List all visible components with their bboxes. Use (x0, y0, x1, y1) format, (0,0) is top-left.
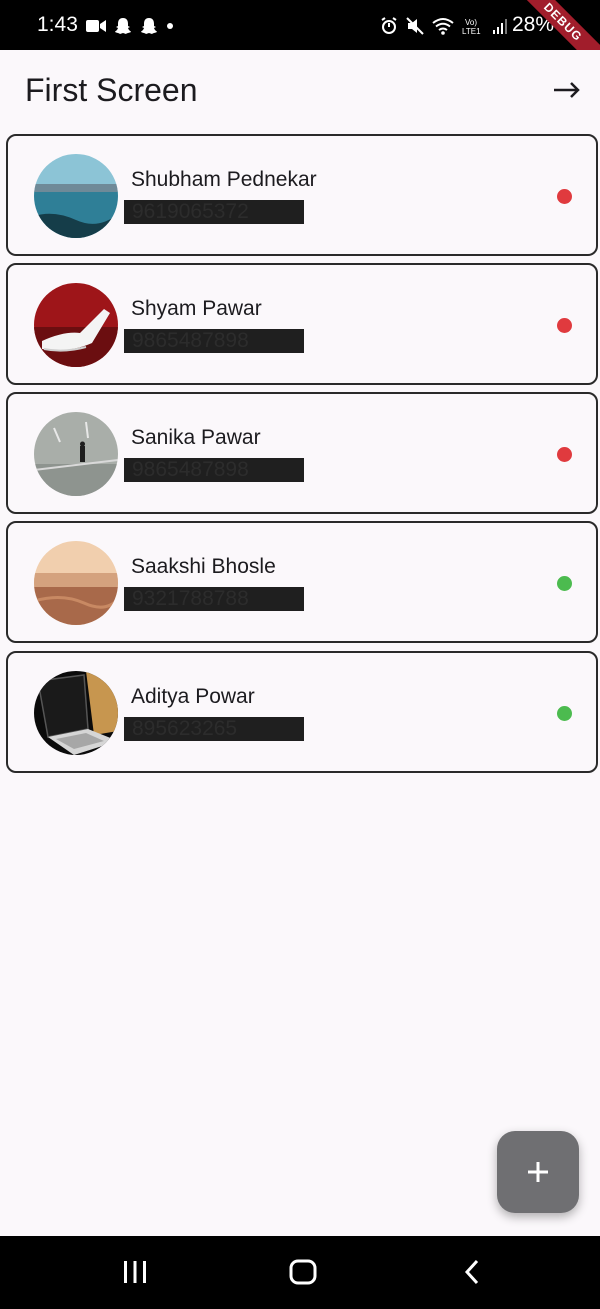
back-icon (464, 1259, 479, 1285)
contact-phone: 9321788788 (124, 587, 304, 611)
contact-card[interactable]: Shyam Pawar 9865487898 (6, 263, 598, 385)
status-dot (557, 706, 572, 721)
wifi-icon (432, 18, 454, 35)
mute-icon (406, 17, 424, 35)
contact-phone: 9865487898 (124, 458, 304, 482)
status-bar: 1:43 Vo) LTE1 28% DEBUG (0, 0, 600, 83)
contact-name: Shubham Pednekar (131, 168, 317, 191)
recents-icon (124, 1261, 146, 1283)
add-contact-button[interactable] (497, 1131, 579, 1213)
contact-phone: 9619065372 (124, 200, 304, 224)
status-time: 1:43 (37, 13, 78, 36)
snapchat-icon (141, 18, 157, 34)
status-dot (557, 318, 572, 333)
contact-phone: 9865487898 (124, 329, 304, 353)
system-nav-bar (0, 1236, 600, 1309)
contact-card[interactable]: Shubham Pednekar 9619065372 (6, 134, 598, 256)
arrow-right-icon[interactable] (552, 78, 582, 102)
avatar (34, 671, 118, 755)
contact-name: Aditya Powar (131, 685, 255, 708)
contact-card[interactable]: Saakshi Bhosle 9321788788 (6, 521, 598, 643)
volte-icon: Vo) LTE1 (462, 18, 481, 35)
signal-icon (493, 19, 507, 34)
contact-phone: 895623265 (124, 717, 304, 741)
avatar (34, 541, 118, 625)
avatar (34, 154, 118, 238)
back-button[interactable] (452, 1254, 492, 1290)
status-left-icons (86, 14, 174, 38)
contact-name: Sanika Pawar (131, 426, 261, 449)
contact-card[interactable]: Aditya Powar 895623265 (6, 651, 598, 773)
contact-name: Shyam Pawar (131, 297, 262, 320)
plus-icon (528, 1162, 548, 1182)
dot-icon (167, 23, 173, 29)
contact-name: Saakshi Bhosle (131, 555, 276, 578)
status-right-icons: Vo) LTE1 (380, 14, 508, 38)
svg-text:Vo): Vo) (465, 18, 477, 27)
status-dot (557, 189, 572, 204)
snapchat-icon (115, 18, 131, 34)
avatar (34, 283, 118, 367)
alarm-icon (381, 17, 397, 34)
recents-button[interactable] (115, 1254, 155, 1290)
status-dot (557, 447, 572, 462)
avatar (34, 412, 118, 496)
video-camera-icon (86, 20, 106, 32)
home-button[interactable] (283, 1254, 323, 1290)
page-title: First Screen (25, 72, 198, 108)
status-dot (557, 576, 572, 591)
home-icon (289, 1259, 317, 1285)
contact-card[interactable]: Sanika Pawar 9865487898 (6, 392, 598, 514)
svg-text:LTE1: LTE1 (462, 27, 481, 35)
app-bar: First Screen (0, 50, 600, 132)
